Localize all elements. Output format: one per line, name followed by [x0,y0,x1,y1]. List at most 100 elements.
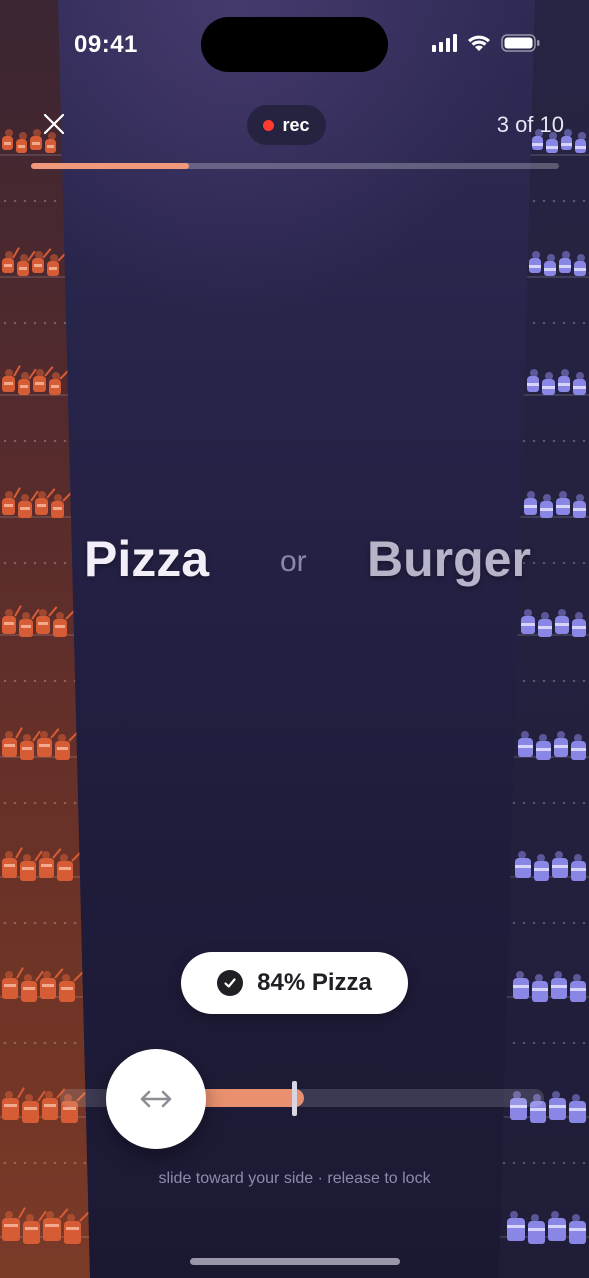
fan-arm [14,605,22,617]
stand-seats [499,1162,589,1164]
fan-figure [529,250,542,274]
fan-figure [55,734,70,760]
fan-figure [570,854,587,881]
fan-figure [16,131,28,154]
fan-arm [13,487,22,499]
slider-center-marker [292,1081,297,1116]
fan-figure [44,131,56,154]
fan-figure [21,1094,39,1123]
fan-figure [20,854,36,881]
stand-seats [0,1042,90,1044]
fan-figure [2,851,18,878]
stand-seats [0,802,90,804]
fan-arm [73,971,84,982]
battery-icon [501,34,540,52]
slider-thumb[interactable] [106,1049,206,1149]
fan-figure [63,1214,81,1244]
stand-seats [499,922,589,924]
status-icons [432,33,541,53]
fan-figure [515,851,532,878]
fan-figure [19,734,35,760]
fan-figure [538,612,552,637]
fan-figure [507,1211,525,1241]
fan-figure [550,971,567,999]
fan-figure [573,371,586,396]
fan-figure [2,490,16,516]
fan-arm [12,365,21,377]
signal-icon [432,34,457,52]
right-option: Burger [367,531,531,587]
check-icon [217,970,244,996]
fan-figure [43,1211,61,1241]
fan-figure [2,1211,20,1241]
fan-figure [34,490,48,516]
fan-arm [16,1087,25,1099]
home-indicator [190,1258,400,1265]
fan-figure [2,971,19,999]
option-separator: or [280,545,307,578]
fan-figure [36,609,50,634]
stand-seats [0,922,90,924]
fan-figure [572,493,587,519]
status-time: 09:41 [74,31,138,58]
fan-figure [559,250,572,274]
recording-indicator: rec [247,105,326,145]
swap-arrows-icon [140,1090,172,1108]
wifi-icon [468,35,490,51]
fan-figure [574,131,587,154]
fan-figure [549,1091,567,1120]
fan-figure [19,612,33,637]
slider-hint: slide toward your side · release to lock [158,1170,431,1187]
stand-seats [499,802,589,804]
progress-bar [31,163,559,169]
fan-arm [70,851,81,862]
fan-figure [2,128,14,151]
fan-figure [548,1211,566,1241]
fan-arm [79,1211,90,1222]
fan-figure [518,731,533,757]
fan-arm [12,247,20,259]
close-button[interactable] [40,110,68,138]
fan-figure [560,128,572,151]
fan-figure [40,971,57,999]
question-counter: 3 of 10 [496,112,564,137]
fan-figure [546,131,558,154]
fan-figure [544,253,557,277]
fan-figure [512,971,529,999]
fan-figure [30,128,42,151]
fan-figure [21,974,38,1002]
fan-figure [523,490,538,516]
fan-figure [521,609,535,634]
fan-figure [556,490,570,516]
fan-figure [31,250,44,274]
fan-figure [555,609,569,634]
fan-figure [2,609,16,634]
fan-arm [14,727,23,739]
fan-figure [532,128,544,151]
close-icon [43,113,65,135]
fan-figure [53,612,67,637]
dynamic-island [201,17,388,72]
fan-arm [17,1207,26,1219]
fan-figure [41,1091,59,1120]
fan-figure [2,1091,19,1120]
fan-figure [542,371,555,396]
fan-figure [22,1214,40,1244]
fan-figure [557,368,571,393]
fan-figure [569,974,587,1002]
fan-figure [540,493,554,519]
fan-figure [526,368,540,393]
fan-figure [553,731,569,757]
fan-figure [574,253,586,277]
fan-figure [16,253,29,277]
fan-figure [2,368,15,393]
fan-figure [38,851,55,878]
fan-figure [33,368,46,393]
fan-figure [533,854,550,881]
fan-figure [527,1214,545,1244]
stand-seats [499,1042,589,1044]
fan-figure [48,371,62,396]
fan-figure [568,1214,586,1244]
fan-figure [531,974,548,1002]
progress-fill [31,163,190,169]
